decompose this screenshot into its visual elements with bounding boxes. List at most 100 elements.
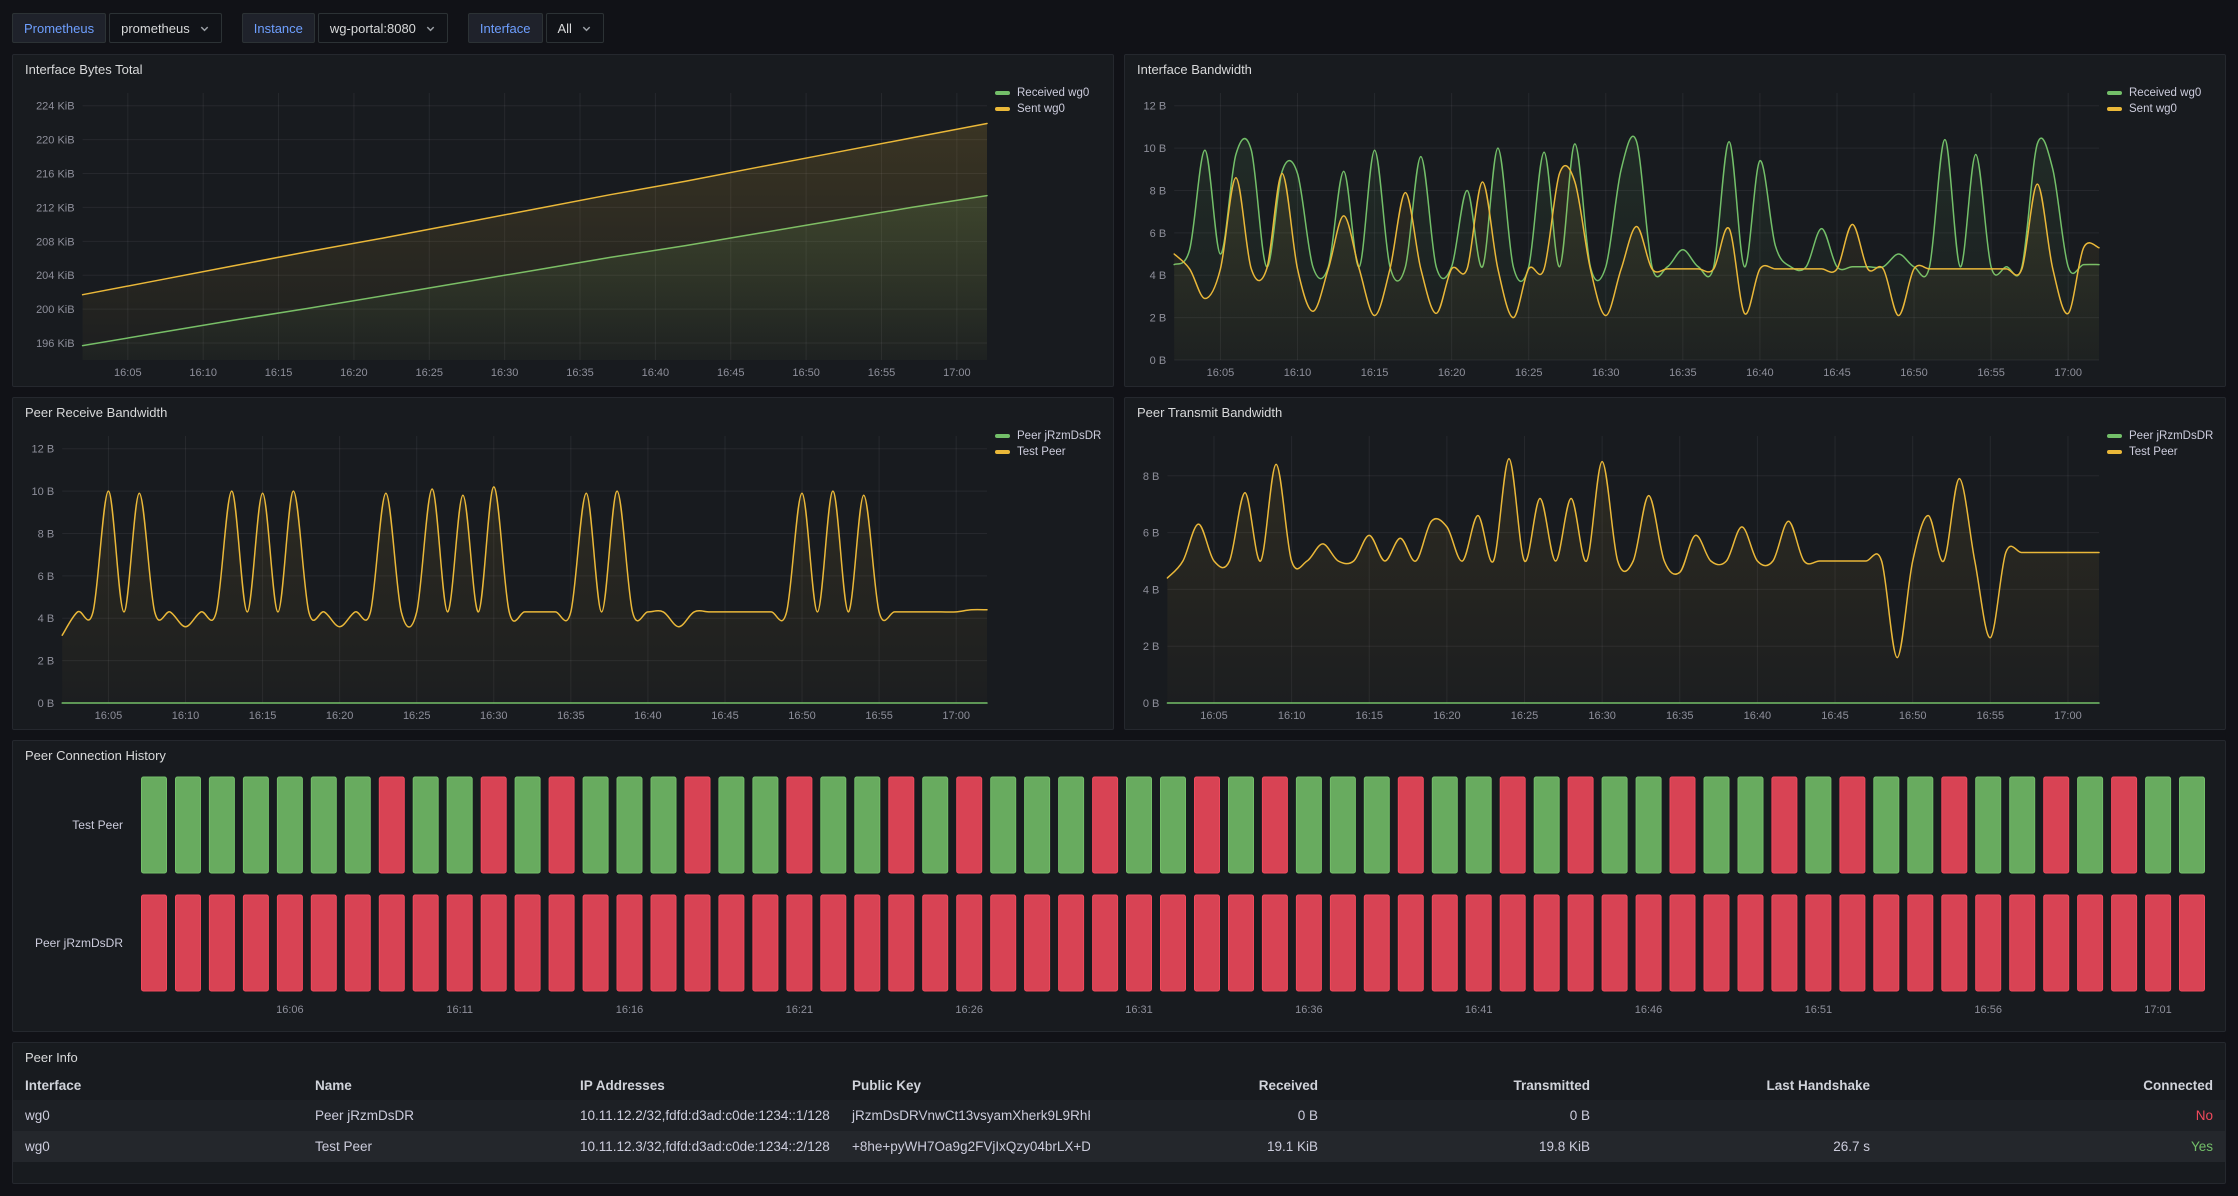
chart-legend: Received wg0 Sent wg0	[2107, 83, 2219, 382]
peer-receive-bandwidth-chart[interactable]: 0 B2 B4 B6 B8 B10 B12 B16:0516:1016:1516…	[19, 426, 995, 725]
panel-title-peer-transmit-bandwidth[interactable]: Peer Transmit Bandwidth	[1125, 398, 2225, 426]
column-header-last-handshake[interactable]: Last Handshake	[1602, 1071, 1882, 1100]
svg-text:16:50: 16:50	[1900, 367, 1928, 379]
column-header-transmitted[interactable]: Transmitted	[1330, 1071, 1602, 1100]
column-header-received[interactable]: Received	[1090, 1071, 1330, 1100]
svg-text:16:15: 16:15	[249, 710, 277, 722]
svg-text:16:10: 16:10	[172, 710, 200, 722]
svg-text:196 KiB: 196 KiB	[36, 338, 75, 350]
variable-prometheus-dropdown[interactable]: prometheus	[109, 13, 222, 43]
series-color-swatch	[2107, 107, 2122, 111]
svg-text:2 B: 2 B	[1150, 313, 1167, 325]
column-header-interface[interactable]: Interface	[13, 1071, 303, 1100]
panel-title-interface-bytes-total[interactable]: Interface Bytes Total	[13, 55, 1113, 83]
legend-label: Received wg0	[2129, 87, 2201, 99]
table-cell-received: 0 B	[1090, 1100, 1330, 1131]
svg-text:17:00: 17:00	[943, 367, 971, 379]
svg-text:204 KiB: 204 KiB	[36, 270, 75, 282]
dashboard-variables-bar: Prometheus prometheus Instance wg-portal…	[12, 12, 2226, 44]
svg-text:10 B: 10 B	[32, 486, 55, 498]
panel-interface-bytes-total: Interface Bytes Total 196 KiB 200 KiB 204 …	[12, 54, 1114, 387]
svg-text:16:21: 16:21	[786, 1004, 814, 1016]
chart-legend: Received wg0 Sent wg0	[995, 83, 1107, 382]
series-color-swatch	[995, 107, 1010, 111]
svg-text:16:10: 16:10	[1278, 710, 1306, 722]
svg-text:16:50: 16:50	[1899, 710, 1927, 722]
svg-text:16:15: 16:15	[265, 367, 293, 379]
svg-text:16:55: 16:55	[868, 367, 896, 379]
svg-text:10 B: 10 B	[1144, 143, 1167, 155]
chart-body: 196 KiB200 KiB204 KiB208 KiB212 KiB216 K…	[13, 83, 1113, 386]
legend-item-received-wg0[interactable]: Received wg0	[995, 87, 1107, 99]
svg-text:16:05: 16:05	[114, 367, 142, 379]
table-cell-ip-addresses: 10.11.12.2/32,fdfd:d3ad:c0de:1234::1/128	[568, 1100, 840, 1131]
panel-title-interface-bandwidth[interactable]: Interface Bandwidth	[1125, 55, 2225, 83]
svg-text:16:36: 16:36	[1295, 1004, 1323, 1016]
legend-item-test-peer[interactable]: Test Peer	[2107, 446, 2219, 458]
table-cell-ip-addresses: 10.11.12.3/32,fdfd:d3ad:c0de:1234::2/128	[568, 1131, 840, 1162]
legend-item-sent-wg0[interactable]: Sent wg0	[995, 103, 1107, 115]
svg-text:16:20: 16:20	[340, 367, 368, 379]
legend-label: Peer jRzmDsDR	[1017, 430, 1101, 442]
svg-text:224 KiB: 224 KiB	[36, 101, 75, 113]
column-header-ip-addresses[interactable]: IP Addresses	[568, 1071, 840, 1100]
svg-text:16:45: 16:45	[711, 710, 739, 722]
panel-title-peer-receive-bandwidth[interactable]: Peer Receive Bandwidth	[13, 398, 1113, 426]
chart-body: 0 B2 B4 B6 B8 B10 B12 B16:0516:1016:1516…	[1125, 83, 2225, 386]
svg-text:220 KiB: 220 KiB	[36, 135, 75, 147]
svg-text:16:35: 16:35	[557, 710, 585, 722]
panel-title-peer-connection-history[interactable]: Peer Connection History	[13, 741, 2225, 769]
chevron-down-icon	[425, 23, 436, 34]
panel-peer-connection-history: Peer Connection History Test PeerPeer jR…	[12, 740, 2226, 1032]
svg-text:200 KiB: 200 KiB	[36, 304, 75, 316]
svg-text:Test Peer: Test Peer	[72, 818, 123, 832]
svg-text:16:16: 16:16	[616, 1004, 644, 1016]
legend-item-sent-wg0[interactable]: Sent wg0	[2107, 103, 2219, 115]
svg-text:6 B: 6 B	[1143, 528, 1160, 540]
svg-text:16:45: 16:45	[1823, 367, 1851, 379]
svg-text:16:15: 16:15	[1361, 367, 1389, 379]
chart-legend: Peer jRzmDsDR Test Peer	[2107, 426, 2219, 725]
series-color-swatch	[2107, 91, 2122, 95]
svg-text:16:10: 16:10	[189, 367, 217, 379]
svg-text:16:31: 16:31	[1125, 1004, 1153, 1016]
svg-text:16:05: 16:05	[95, 710, 123, 722]
panel-row-2: Peer Receive Bandwidth 0 B2 B4 B6 B8 B10…	[12, 397, 2226, 730]
legend-label: Sent wg0	[2129, 103, 2177, 115]
panel-title-peer-info[interactable]: Peer Info	[13, 1043, 2225, 1071]
svg-text:16:20: 16:20	[326, 710, 354, 722]
svg-text:17:00: 17:00	[2054, 710, 2082, 722]
column-header-name[interactable]: Name	[303, 1071, 568, 1100]
variable-interface-value: All	[558, 21, 572, 36]
series-color-swatch	[2107, 434, 2122, 438]
legend-item-peer-jrzmdsdr[interactable]: Peer jRzmDsDR	[2107, 430, 2219, 442]
interface-bytes-total-chart[interactable]: 196 KiB200 KiB204 KiB208 KiB212 KiB216 K…	[19, 83, 995, 382]
svg-text:12 B: 12 B	[1144, 101, 1167, 113]
panel-peer-transmit-bandwidth: Peer Transmit Bandwidth 0 B2 B4 B6 B8 B1…	[1124, 397, 2226, 730]
variable-instance-dropdown[interactable]: wg-portal:8080	[318, 13, 448, 43]
svg-text:2 B: 2 B	[1143, 641, 1160, 653]
svg-text:16:25: 16:25	[1515, 367, 1543, 379]
chart-body: 0 B2 B4 B6 B8 B10 B12 B16:0516:1016:1516…	[13, 426, 1113, 729]
peer-transmit-bandwidth-chart[interactable]: 0 B2 B4 B6 B8 B16:0516:1016:1516:2016:25…	[1131, 426, 2107, 725]
svg-text:16:30: 16:30	[1588, 710, 1616, 722]
svg-text:16:35: 16:35	[1669, 367, 1697, 379]
peer-connection-history-timeline[interactable]: Test PeerPeer jRzmDsDR16:0616:1116:1616:…	[19, 769, 2219, 1029]
legend-item-received-wg0[interactable]: Received wg0	[2107, 87, 2219, 99]
legend-item-peer-jrzmdsdr[interactable]: Peer jRzmDsDR	[995, 430, 1107, 442]
chevron-down-icon	[199, 23, 210, 34]
svg-text:6 B: 6 B	[38, 571, 55, 583]
interface-bandwidth-chart[interactable]: 0 B2 B4 B6 B8 B10 B12 B16:0516:1016:1516…	[1131, 83, 2107, 382]
svg-text:16:50: 16:50	[792, 367, 820, 379]
svg-text:16:45: 16:45	[717, 367, 745, 379]
table-cell-name: Peer jRzmDsDR	[303, 1100, 568, 1131]
svg-text:17:01: 17:01	[2144, 1004, 2172, 1016]
column-header-public-key[interactable]: Public Key	[840, 1071, 1090, 1100]
column-header-connected[interactable]: Connected	[1882, 1071, 2225, 1100]
svg-text:16:26: 16:26	[955, 1004, 983, 1016]
svg-text:16:25: 16:25	[416, 367, 444, 379]
chart-legend: Peer jRzmDsDR Test Peer	[995, 426, 1107, 725]
timeline-body: Test PeerPeer jRzmDsDR16:0616:1116:1616:…	[13, 769, 2225, 1031]
variable-interface-dropdown[interactable]: All	[546, 13, 604, 43]
legend-item-test-peer[interactable]: Test Peer	[995, 446, 1107, 458]
